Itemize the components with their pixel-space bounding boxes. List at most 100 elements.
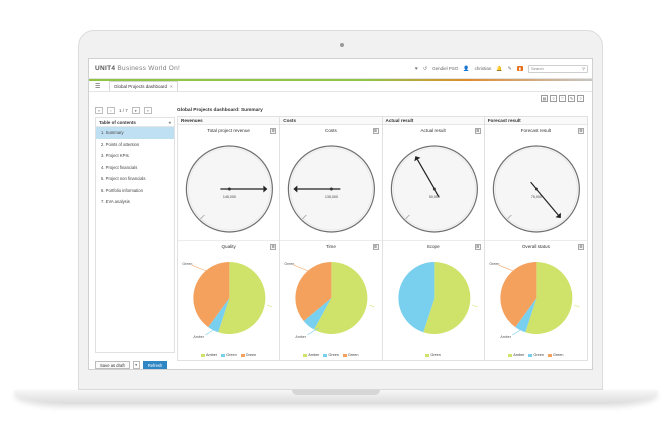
notifications-badge[interactable]: ▮ (516, 66, 523, 71)
first-page-button[interactable]: « (95, 107, 103, 114)
pie-panel: Overall status ☰ Green Amber Amber Green Gre… (485, 241, 587, 360)
legend-swatch (303, 353, 308, 357)
toc-item[interactable]: 3. Project KPIs (96, 150, 174, 162)
column-header: Revenues (178, 117, 280, 125)
pie-label-line (293, 264, 309, 272)
legend-swatch (221, 353, 226, 357)
legend-label: Green (552, 353, 564, 357)
pie-label-line (471, 304, 477, 308)
company-name[interactable]: Gendiel PSO (432, 66, 458, 71)
top-bar: UNIT4 Business World On! ♥ ↺ Gendiel PSO… (89, 59, 592, 79)
gauge-pivot (534, 187, 538, 191)
legend-label: Amber (205, 353, 218, 357)
menu-icon[interactable]: ☰ (95, 83, 109, 90)
brand-logo: UNIT4 Business World On! (95, 65, 181, 72)
pie-legend: Amber Green Green (485, 353, 587, 357)
gauge-panel: Actual result ☰ 50,000 (382, 125, 484, 241)
table-of-contents: Table of contents « 1. Summary 2. Points… (95, 117, 175, 353)
tab-row: ☰ Global Projects dashboard × (89, 81, 592, 92)
legend-label: Green (245, 353, 257, 357)
pie-outside-label: Green (182, 262, 192, 266)
legend-swatch (547, 353, 552, 357)
dashboard-column: Costs Costs ☰ 135,000 Time ☰ Green Amber A… (280, 117, 383, 360)
favorite-icon[interactable]: ♡ (559, 95, 566, 102)
toc-item[interactable]: 4. Project financials (96, 162, 174, 174)
gauge-chart: 135,000 (288, 145, 376, 233)
refresh-button[interactable]: Refresh (142, 361, 168, 369)
legend-swatch (200, 353, 205, 357)
close-icon[interactable]: × (170, 84, 173, 89)
camera-dot (340, 43, 344, 47)
search-input[interactable]: Search ⚲ (528, 64, 588, 73)
legend-item: Green (221, 353, 237, 357)
top-bar-right: ♥ ↺ Gendiel PSO 👤 christian 🔔 ✎ ▮ Search… (415, 64, 588, 73)
save-draft-button[interactable]: Save as draft (95, 361, 130, 369)
legend-label: Green (430, 353, 441, 357)
dashboard-grid: Revenues Total project revenue ☰ 145,000… (177, 116, 588, 361)
gauge-chart: 75,000 (492, 145, 580, 233)
gauge-panel: Forecast result ☰ 75,000 (484, 125, 587, 241)
pie-outside-label: Amber (193, 335, 204, 339)
toc-item[interactable]: 1. Summary (96, 127, 174, 139)
heart-icon[interactable]: ♥ (415, 66, 418, 72)
pie-panel: Quality ☰ Green Amber Amber Green Green (178, 241, 279, 360)
tools-icon[interactable]: ✎ (568, 95, 575, 102)
tab-label: Global Projects dashboard (114, 84, 168, 89)
toc-item[interactable]: 7. EVA analysis (96, 196, 174, 208)
search-icon: ⚲ (582, 66, 585, 71)
page-dropdown-button[interactable]: ▾ (131, 107, 140, 114)
prev-page-button[interactable]: ‹ (107, 107, 115, 114)
pie-legend: Amber Green Green (280, 353, 381, 357)
bell-icon[interactable]: 🔔 (496, 66, 502, 72)
legend-label: Green (226, 353, 237, 357)
help-icon[interactable]: ? (550, 95, 557, 102)
toc-title: Table of contents (99, 119, 136, 125)
legend-item: Green (240, 353, 257, 357)
pie-label-line (191, 264, 207, 272)
toc-item[interactable]: 5. Project non financials (96, 173, 174, 185)
toc-item[interactable]: 2. Points of attention (96, 139, 174, 151)
pie-chart: Green Amber (285, 262, 375, 339)
history-icon[interactable]: ↺ (423, 66, 427, 72)
pager: « ‹ 1 / 7 ▾ » (95, 106, 175, 115)
legend-item: Green (547, 353, 564, 357)
legend-label: Green (328, 353, 339, 357)
gauge-value: 75,000 (531, 195, 542, 199)
gauge-chart: 50,000 (390, 145, 478, 233)
save-options-button[interactable]: ▾ (132, 361, 140, 369)
pie-label-line (498, 264, 514, 272)
legend-item: Green (528, 353, 544, 357)
pie-label-line (267, 304, 273, 308)
toc-item[interactable]: 6. Portfolio information (96, 185, 174, 197)
legend-item: Green (323, 353, 339, 357)
app-screen: UNIT4 Business World On! ♥ ↺ Gendiel PSO… (88, 58, 593, 370)
dashboard-column: Actual result Actual result ☰ 50,000 Sco… (382, 117, 485, 360)
legend-swatch (240, 353, 245, 357)
pie-outside-label: Green (489, 262, 499, 266)
legend-item: Green (342, 353, 359, 357)
user-name[interactable]: christian (475, 66, 492, 71)
pie-label-line (369, 304, 375, 308)
pie-legend: Amber Green Green (178, 353, 279, 357)
gauge-panel: Total project revenue ☰ 145,000 (178, 125, 280, 241)
legend-swatch (323, 353, 328, 357)
left-pane: « ‹ 1 / 7 ▾ » Table of contents « 1. Sum… (95, 106, 175, 356)
column-header: Costs (280, 117, 382, 125)
legend-item: Green (425, 353, 441, 357)
legend-swatch (425, 353, 430, 357)
gauge-panel: Costs ☰ 135,000 (280, 125, 382, 241)
legend-swatch (342, 353, 347, 357)
pie-legend: Green (383, 353, 484, 357)
pin-icon[interactable]: ✎ (508, 66, 512, 72)
info-icon[interactable]: ? (577, 95, 584, 102)
last-page-button[interactable]: » (143, 107, 152, 114)
toolbar: ▤ ? ♡ ✎ ? (541, 95, 584, 102)
legend-label: Green (347, 353, 359, 357)
column-header: Actual result (382, 117, 484, 125)
user-icon: 👤 (463, 65, 470, 72)
tab-global-projects-dashboard[interactable]: Global Projects dashboard × (109, 81, 178, 91)
bottom-actions: Save as draft ▾ Refresh (95, 361, 168, 369)
collapse-icon[interactable]: « (168, 120, 171, 125)
pie-chart: Green Amber (489, 262, 580, 339)
export-icon[interactable]: ▤ (541, 95, 548, 102)
